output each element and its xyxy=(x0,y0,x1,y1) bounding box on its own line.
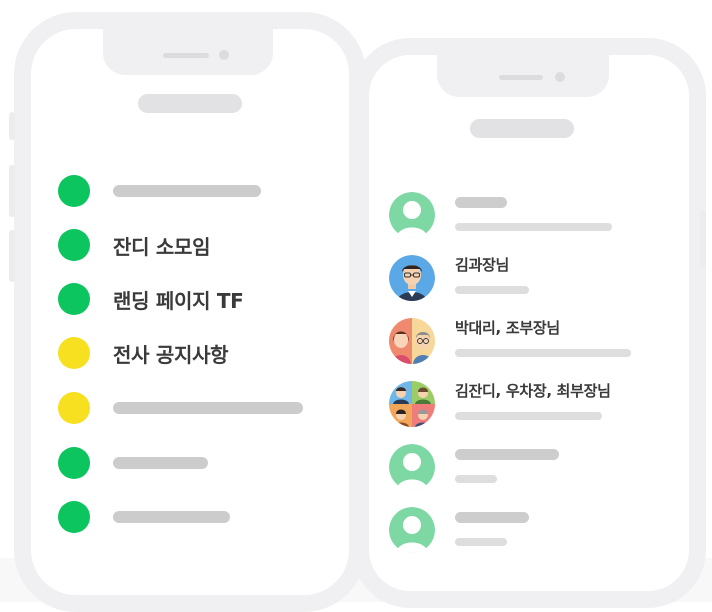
phone-notch xyxy=(437,53,609,97)
volume-button xyxy=(9,165,15,217)
volume-button xyxy=(9,112,15,140)
topic-status-dot-icon xyxy=(58,175,90,207)
topic-list-item[interactable]: 잔디 소모임 xyxy=(58,229,308,263)
topic-list-item[interactable] xyxy=(58,447,308,481)
person-silhouette-icon xyxy=(389,444,435,490)
right-screen-title-placeholder xyxy=(470,119,574,138)
topic-status-dot-icon xyxy=(58,229,90,261)
person-silhouette-icon xyxy=(389,507,435,553)
chat-message-placeholder xyxy=(455,538,507,546)
topic-list-item[interactable]: 전사 공지사항 xyxy=(58,337,308,371)
topic-status-dot-icon xyxy=(58,392,90,424)
volume-button xyxy=(9,230,15,282)
topic-name: 잔디 소모임 xyxy=(113,235,211,259)
chat-message-placeholder xyxy=(455,412,602,420)
chat-name: 김잔디, 우차장, 최부장님 xyxy=(455,382,611,400)
topic-status-dot-icon xyxy=(58,501,90,533)
topic-list-item[interactable]: 랜딩 페이지 TF xyxy=(58,283,308,317)
chat-name-placeholder xyxy=(455,197,507,208)
chat-message-placeholder xyxy=(455,349,631,357)
chat-name: 박대리, 조부장님 xyxy=(455,319,560,337)
group-of-four-avatar xyxy=(389,381,435,427)
speaker-grille xyxy=(163,53,209,58)
camera-icon xyxy=(219,50,229,60)
chat-name: 김과장님 xyxy=(455,256,510,274)
chat-list-item[interactable]: 김과장님 xyxy=(389,255,679,303)
person-silhouette-icon xyxy=(389,192,435,238)
topic-status-dot-icon xyxy=(58,337,90,369)
chat-message-placeholder xyxy=(455,475,497,483)
topic-name: 랜딩 페이지 TF xyxy=(113,289,244,313)
chat-message-placeholder xyxy=(455,286,529,294)
chat-list-item[interactable]: 김잔디, 우차장, 최부장님 xyxy=(389,381,679,429)
topic-list-item[interactable] xyxy=(58,392,308,426)
topic-name-placeholder xyxy=(113,457,208,469)
man-with-glasses-avatar xyxy=(389,255,435,301)
chat-name-placeholder xyxy=(455,449,559,460)
left-screen-title-placeholder xyxy=(138,94,242,113)
power-button xyxy=(700,210,706,268)
topic-list-item[interactable] xyxy=(58,501,308,535)
chat-message-placeholder xyxy=(455,223,612,231)
speaker-grille xyxy=(499,75,543,80)
chat-list-item[interactable]: 박대리, 조부장님 xyxy=(389,318,679,366)
topic-name-placeholder xyxy=(113,402,303,414)
topic-status-dot-icon xyxy=(58,447,90,479)
topic-name-placeholder xyxy=(113,511,230,523)
chat-name-placeholder xyxy=(455,512,529,523)
topic-name: 전사 공지사항 xyxy=(113,343,229,367)
group-of-two-avatar xyxy=(389,318,435,364)
chat-list-item[interactable] xyxy=(389,507,679,555)
chat-list-item[interactable] xyxy=(389,444,679,492)
phone-notch xyxy=(103,27,273,75)
topic-name-placeholder xyxy=(113,185,261,197)
chat-list-item[interactable] xyxy=(389,192,679,240)
topic-list-item[interactable] xyxy=(58,175,308,209)
camera-icon xyxy=(555,72,565,82)
topic-status-dot-icon xyxy=(58,283,90,315)
